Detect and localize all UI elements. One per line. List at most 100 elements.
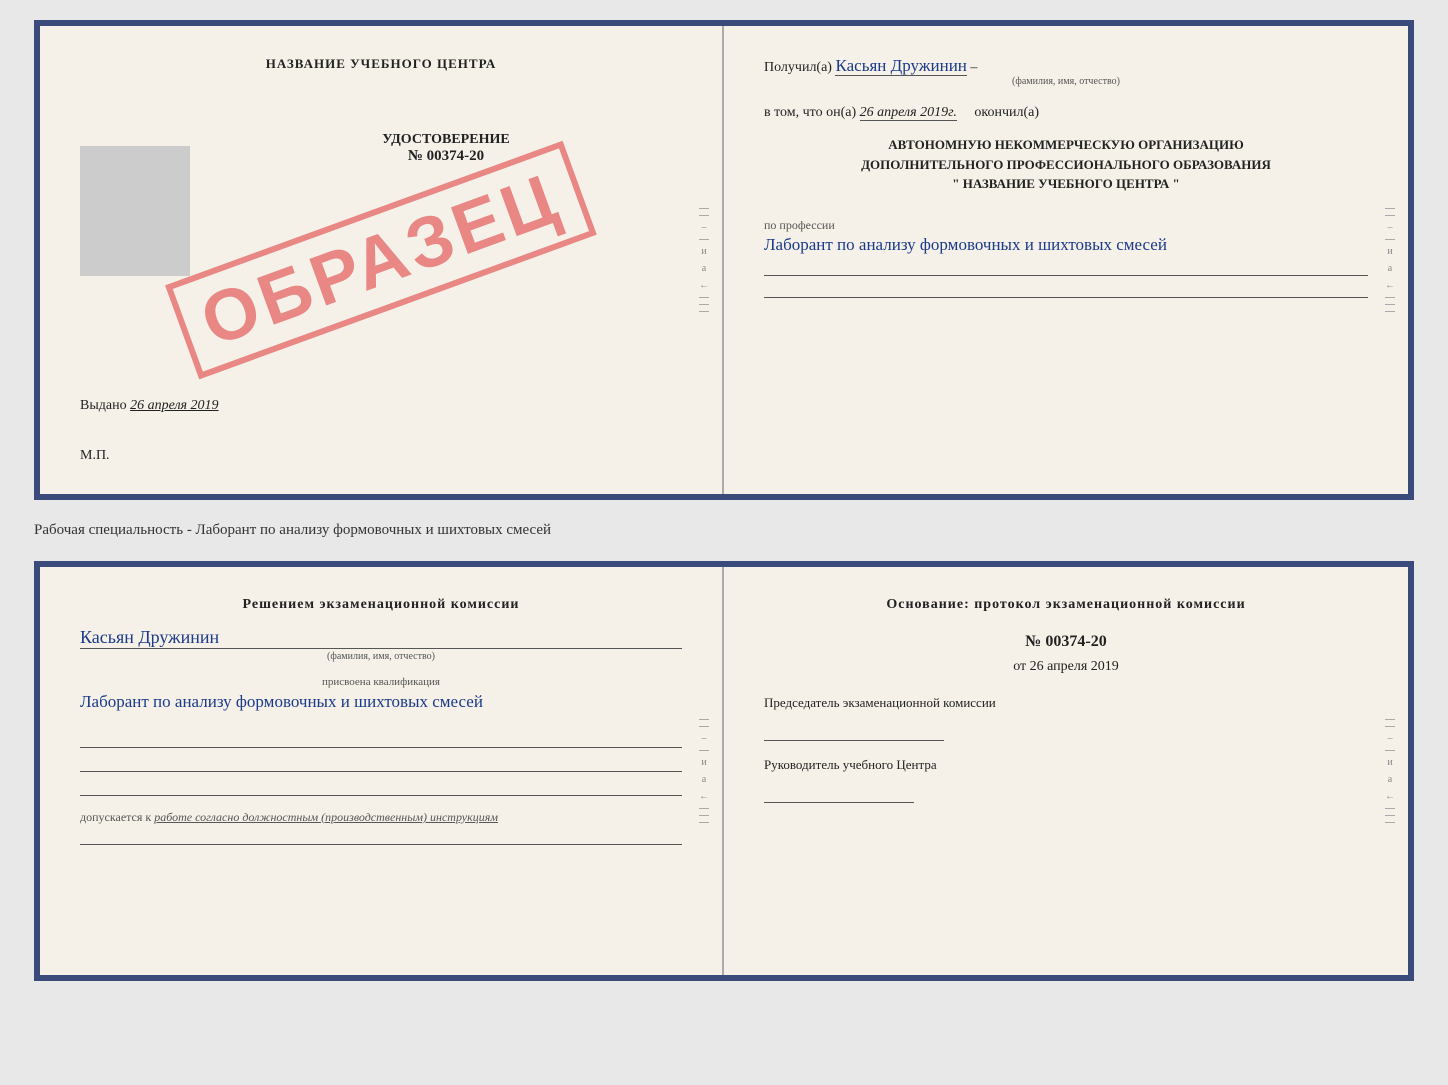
deco-line [1385,808,1395,809]
decision-title: Решением экзаменационной комиссии [80,597,682,613]
profession-label: по профессии [764,218,1368,233]
deco-line [1385,304,1395,305]
basis-title: Основание: протокол экзаменационной коми… [764,597,1368,613]
received-line: Получил(а) Касьян Дружинин – (фамилия, и… [764,56,1368,87]
deco-char: – [702,733,707,744]
deco-char: а [1388,774,1392,785]
chairman-block: Председатель экзаменационной комиссии [764,695,1368,741]
deco-line [699,726,709,727]
bottom-right-deco: – и а ← [1382,567,1398,975]
bottom-certificate-card: Решением экзаменационной комиссии Касьян… [34,561,1414,981]
deco-char: и [701,757,706,768]
director-block: Руководитель учебного Центра [764,757,1368,803]
cert-info-block: УДОСТОВЕРЕНИЕ № 00374-20 [210,132,682,165]
allow-sign-line [80,831,682,845]
deco-line [1385,297,1395,298]
deco-char: – [1388,733,1393,744]
director-label: Руководитель учебного Центра [764,757,1368,773]
allow-value: работе согласно должностным (производств… [154,810,498,824]
date-line: в том, что он(а) 26 апреля 2019г. окончи… [764,105,1368,121]
top-left-title: НАЗВАНИЕ УЧЕБНОГО ЦЕНТРА [80,56,682,72]
profession-value: Лаборант по анализу формовочных и шихтов… [764,233,1368,257]
deco-line [699,239,709,240]
protocol-date: от 26 апреля 2019 [764,659,1368,675]
deco-char: ← [1385,280,1395,291]
deco-line [1385,311,1395,312]
cert-label: УДОСТОВЕРЕНИЕ [210,132,682,148]
deco-char: а [702,263,706,274]
deco-char: ← [699,280,709,291]
deco-char: – [1388,222,1393,233]
qualification-value: Лаборант по анализу формовочных и шихтов… [80,690,682,714]
qualification-label: присвоена квалификация [80,676,682,688]
person-name: Касьян Дружинин [80,627,682,649]
photo-placeholder [80,146,190,276]
deco-line [1385,208,1395,209]
deco-line [699,311,709,312]
signature-lines [80,732,682,796]
deco-char: и [1387,246,1392,257]
issued-label: Выдано [80,398,127,413]
top-right-panel: Получил(а) Касьян Дружинин – (фамилия, и… [724,26,1408,494]
cert-number: № 00374-20 [210,148,682,165]
sign-line-3 [80,780,682,796]
date-suffix: окончил(а) [974,105,1039,120]
left-side-decoration: – и а ← [696,26,712,494]
org-block: АВТОНОМНУЮ НЕКОММЕРЧЕСКУЮ ОРГАНИЗАЦИЮ ДО… [764,135,1368,194]
deco-char: и [1387,757,1392,768]
protocol-date-prefix: от [1013,659,1026,674]
org-line3: " НАЗВАНИЕ УЧЕБНОГО ЦЕНТРА " [764,174,1368,194]
sign-line-1 [80,732,682,748]
allow-text: допускается к работе согласно должностны… [80,810,682,825]
deco-line [699,808,709,809]
director-signature-line [764,779,914,803]
deco-line [699,719,709,720]
deco-char: а [1388,263,1392,274]
received-name: Касьян Дружинин [835,56,966,76]
bottom-left-deco: – и а ← [696,567,712,975]
deco-line [699,750,709,751]
bottom-right-panel: Основание: протокол экзаменационной коми… [724,567,1408,975]
protocol-date-value: 26 апреля 2019 [1030,659,1119,674]
deco-line [699,815,709,816]
profession-block: по профессии Лаборант по анализу формово… [764,218,1368,299]
sample-stamp: ОБРАЗЕЦ [165,141,597,380]
deco-line [1385,215,1395,216]
org-line2: ДОПОЛНИТЕЛЬНОГО ПРОФЕССИОНАЛЬНОГО ОБРАЗО… [764,155,1368,175]
sign-line-2 [80,756,682,772]
bottom-left-panel: Решением экзаменационной комиссии Касьян… [40,567,724,975]
person-name-block: Касьян Дружинин (фамилия, имя, отчество) [80,627,682,662]
name-hint: (фамилия, имя, отчество) [764,76,1368,87]
deco-line [699,822,709,823]
dash: – [970,60,977,75]
deco-char: и [701,246,706,257]
deco-char: ← [699,791,709,802]
deco-char: а [702,774,706,785]
chairman-label: Председатель экзаменационной комиссии [764,695,1368,711]
deco-line [699,215,709,216]
bottom-name-hint: (фамилия, имя, отчество) [80,651,682,662]
top-left-panel: НАЗВАНИЕ УЧЕБНОГО ЦЕНТРА УДОСТОВЕРЕНИЕ №… [40,26,724,494]
allow-prefix: допускается к [80,810,151,824]
deco-line [699,297,709,298]
deco-line [1385,822,1395,823]
deco-line [1385,815,1395,816]
deco-line [1385,750,1395,751]
cert-mp: М.П. [80,448,110,464]
deco-line [699,304,709,305]
deco-line [1385,719,1395,720]
description-line: Рабочая специальность - Лаборант по анал… [34,516,1414,545]
received-prefix: Получил(а) [764,60,832,75]
date-prefix: в том, что он(а) [764,105,856,120]
deco-line [1385,239,1395,240]
cert-issued: Выдано 26 апреля 2019 [80,398,219,414]
deco-char: ← [1385,791,1395,802]
top-certificate-card: НАЗВАНИЕ УЧЕБНОГО ЦЕНТРА УДОСТОВЕРЕНИЕ №… [34,20,1414,500]
org-line1: АВТОНОМНУЮ НЕКОММЕРЧЕСКУЮ ОРГАНИЗАЦИЮ [764,135,1368,155]
protocol-number: № 00374-20 [764,633,1368,651]
date-value: 26 апреля 2019г. [860,105,957,121]
chairman-signature-line [764,717,944,741]
deco-line [1385,726,1395,727]
deco-line [699,208,709,209]
deco-char: – [702,222,707,233]
